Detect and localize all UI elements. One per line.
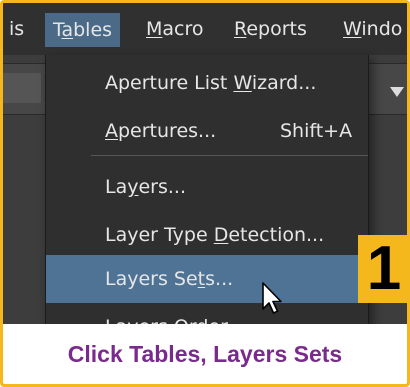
menu-macro-label: acro <box>162 18 204 40</box>
menu-item-label: Layers Sets... <box>105 255 233 303</box>
menu-tables[interactable]: Tables <box>45 13 121 47</box>
menu-item-label: Layer Type Detection... <box>105 211 324 259</box>
menu-tables-label-end: bles <box>73 19 113 41</box>
menu-item-layer-type-detection[interactable]: Layer Type Detection... <box>46 211 368 259</box>
label-end: etection... <box>228 224 325 246</box>
label-start: Layers Se <box>105 268 198 290</box>
label-mnemonic: A <box>105 120 118 142</box>
screenshot-frame: is Tables Macro Reports Windo Aperture L… <box>0 0 410 387</box>
menu-item-layers[interactable]: Layers... <box>46 163 368 211</box>
menu-bar: is Tables Macro Reports Windo <box>3 3 407 55</box>
step-number-badge: 1 <box>358 235 407 303</box>
menu-item-apertures[interactable]: Apertures... Shift+A <box>46 107 368 155</box>
label-mnemonic: t <box>197 268 206 290</box>
label-end: pertures... <box>118 120 217 142</box>
label-end: ers... <box>138 176 187 198</box>
label-end: izard... <box>251 72 317 94</box>
menu-analysis[interactable]: is <box>9 17 24 41</box>
label-mnemonic: y <box>127 176 139 198</box>
chevron-down-icon[interactable] <box>390 87 404 97</box>
menu-item-aperture-list-wizard[interactable]: Aperture List Wizard... <box>46 59 368 107</box>
instruction-caption: Click Tables, Layers Sets <box>3 324 407 384</box>
menu-window-label: indo <box>361 18 403 40</box>
label-mnemonic: D <box>213 224 229 246</box>
menu-item-label: Layers... <box>105 163 186 211</box>
menu-item-label: Aperture List Wizard... <box>105 59 316 107</box>
menu-window[interactable]: Windo <box>343 17 402 41</box>
label-mnemonic: W <box>233 72 252 94</box>
menu-reports-label: eports <box>246 18 307 40</box>
menu-item-layers-sets[interactable]: Layers Sets... <box>46 255 368 303</box>
toolbar-tab[interactable] <box>3 73 41 103</box>
menu-macro[interactable]: Macro <box>146 17 204 41</box>
menu-macro-mnemonic: M <box>146 18 163 40</box>
menu-item-label: Apertures... <box>105 107 216 155</box>
menu-window-mnemonic: W <box>343 18 362 40</box>
mouse-pointer-icon <box>262 282 282 314</box>
menu-tables-mnemonic: a <box>61 19 74 41</box>
label-start: Layer Type <box>105 224 214 246</box>
label-start: La <box>105 176 128 198</box>
label-start: Aperture List <box>105 72 234 94</box>
label-end: s... <box>205 268 234 290</box>
menu-reports[interactable]: Reports <box>234 17 307 41</box>
menu-reports-mnemonic: R <box>234 18 247 40</box>
menu-separator <box>91 155 368 156</box>
menu-item-shortcut: Shift+A <box>280 120 353 142</box>
